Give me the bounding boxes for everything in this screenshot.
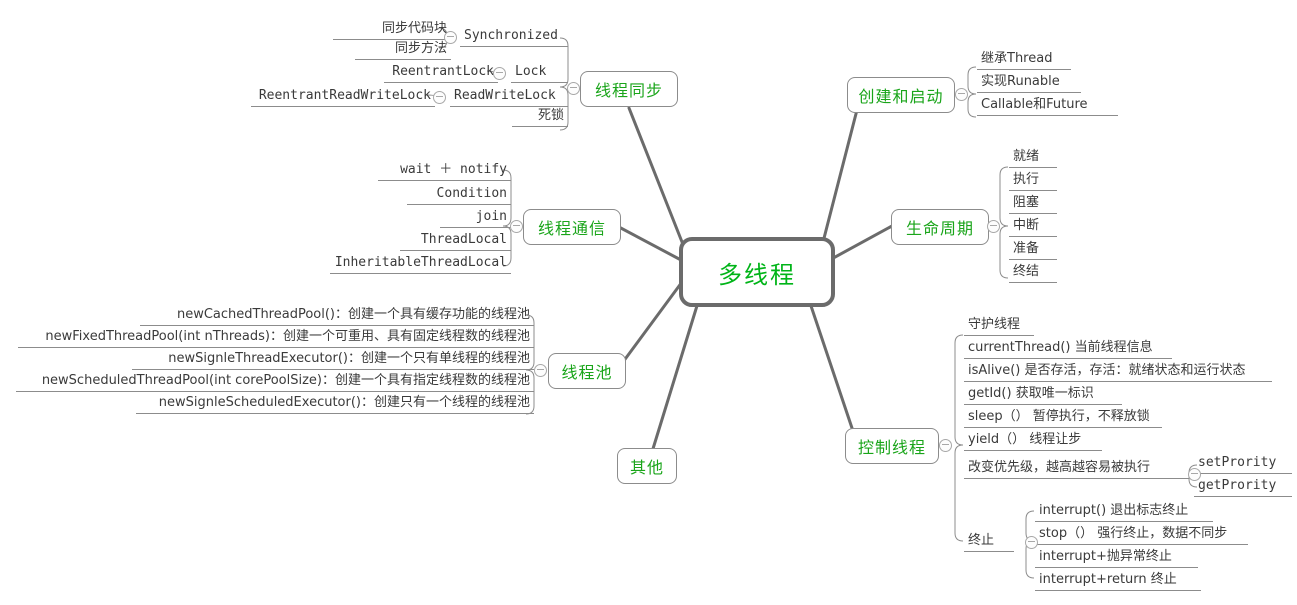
branch-label: 其他 — [629, 458, 664, 477]
leaf-lifecycle-blocked[interactable]: 阻塞 — [1009, 194, 1057, 214]
leaf-interrupt-return[interactable]: interrupt+return 终止 — [1035, 571, 1201, 591]
branch-lifecycle[interactable]: 生命周期 — [891, 209, 989, 245]
leaf-synchronized-child[interactable]: 同步代码块 — [333, 20, 451, 40]
minus-circle-icon-change-priority[interactable] — [1188, 468, 1201, 481]
minus-circle-icon-terminate[interactable] — [1025, 536, 1038, 549]
leaf-newcachedthreadpool[interactable]: newCachedThreadPool()：创建一个具有缓存功能的线程池 — [140, 306, 534, 326]
root-label: 多线程 — [718, 260, 796, 289]
branch-label: 线程同步 — [594, 81, 663, 100]
leaf-lifecycle-interrupted[interactable]: 中断 — [1009, 217, 1057, 237]
minus-circle-icon-control-thread[interactable] — [939, 439, 952, 452]
leaf-stop[interactable]: stop（） 强行终止，数据不同步 — [1035, 525, 1248, 545]
leaf-lifecycle-terminated[interactable]: 终结 — [1009, 263, 1057, 283]
branch-thread-sync[interactable]: 线程同步 — [580, 71, 678, 107]
leaf-inheritablethreadlocal[interactable]: InheritableThreadLocal — [330, 254, 511, 274]
leaf-newsignlescheduledexecutor[interactable]: newSignleScheduledExecutor()：创建只有一个线程的线程… — [136, 394, 534, 414]
leaf-lifecycle-ready[interactable]: 就绪 — [1009, 148, 1057, 168]
minus-circle-icon-thread-comm[interactable] — [510, 220, 523, 233]
leaf-deadlock[interactable]: 死锁 — [512, 107, 568, 127]
leaf-daemon-thread[interactable]: 守护线程 — [964, 316, 1034, 336]
leaf-extends-thread[interactable]: 继承Thread — [977, 50, 1071, 70]
leaf-isalive[interactable]: isAlive() 是否存活，存活：就绪状态和运行状态 — [964, 362, 1272, 382]
leaf-terminate[interactable]: 终止 — [964, 532, 1014, 552]
branch-label: 创建和启动 — [858, 87, 944, 106]
minus-circle-icon-synchronized[interactable] — [444, 31, 457, 44]
leaf-lock[interactable]: Lock — [511, 63, 568, 83]
mindmap-canvas: 多线程 线程同步 同步代码块 同步方法 Synchronized Reentra… — [0, 0, 1297, 605]
leaf-yield[interactable]: yield（） 线程让步 — [964, 431, 1102, 451]
leaf-synchronized[interactable]: Synchronized — [460, 27, 568, 47]
branch-label: 线程通信 — [537, 219, 606, 238]
leaf-implements-runnable[interactable]: 实现Runable — [977, 73, 1081, 93]
leaf-wait-notify[interactable]: wait ＋ notify — [378, 161, 511, 181]
leaf-interrupt-exception[interactable]: interrupt+抛异常终止 — [1035, 548, 1198, 568]
branch-others[interactable]: 其他 — [617, 448, 677, 484]
branch-label: 线程池 — [561, 363, 613, 382]
leaf-change-priority[interactable]: 改变优先级，越高越容易被执行 — [964, 459, 1189, 479]
leaf-join[interactable]: join — [440, 208, 511, 228]
leaf-reentrantreadwritelock[interactable]: ReentrantReadWriteLock — [251, 87, 435, 107]
leaf-readwritelock[interactable]: ReadWriteLock — [450, 87, 568, 107]
leaf-newsignlethreadexecutor[interactable]: newSignleThreadExecutor()：创建一个只有单线程的线程池 — [132, 350, 534, 370]
minus-circle-icon-readwritelock[interactable] — [433, 91, 446, 104]
branch-create-start[interactable]: 创建和启动 — [847, 77, 955, 113]
leaf-newfixedthreadpool[interactable]: newFixedThreadPool(int nThreads)：创建一个可重用… — [18, 328, 534, 348]
leaf-threadlocal[interactable]: ThreadLocal — [400, 231, 511, 251]
branch-control-thread[interactable]: 控制线程 — [845, 428, 939, 464]
leaf-getid[interactable]: getId() 获取唯一标识 — [964, 385, 1122, 405]
leaf-interrupt-flag[interactable]: interrupt() 退出标志终止 — [1035, 502, 1213, 522]
minus-circle-icon-thread-pool[interactable] — [534, 364, 547, 377]
branch-thread-comm[interactable]: 线程通信 — [523, 209, 621, 245]
leaf-synchronized-child[interactable]: 同步方法 — [355, 40, 451, 60]
branch-thread-pool[interactable]: 线程池 — [548, 353, 626, 389]
leaf-lifecycle-running[interactable]: 执行 — [1009, 171, 1057, 191]
leaf-getpriority[interactable]: getPrority — [1194, 477, 1292, 497]
branch-label: 控制线程 — [857, 438, 926, 457]
minus-circle-icon-thread-sync[interactable] — [567, 82, 580, 95]
root-node[interactable]: 多线程 — [679, 237, 835, 307]
leaf-callable-future[interactable]: Callable和Future — [977, 96, 1118, 116]
leaf-newscheduledthreadpool[interactable]: newScheduledThreadPool(int corePoolSize)… — [16, 372, 534, 392]
minus-circle-icon-lifecycle[interactable] — [987, 220, 1000, 233]
leaf-lifecycle-prepared[interactable]: 准备 — [1009, 240, 1057, 260]
leaf-setpriority[interactable]: setPrority — [1194, 454, 1292, 474]
leaf-reentrantlock[interactable]: ReentrantLock — [384, 63, 498, 83]
minus-circle-icon-create-start[interactable] — [955, 88, 968, 101]
leaf-currentthread[interactable]: currentThread() 当前线程信息 — [964, 339, 1172, 359]
leaf-condition[interactable]: Condition — [407, 185, 511, 205]
branch-label: 生命周期 — [905, 219, 974, 238]
minus-circle-icon-lock[interactable] — [493, 67, 506, 80]
leaf-sleep[interactable]: sleep（） 暂停执行，不释放锁 — [964, 408, 1162, 428]
